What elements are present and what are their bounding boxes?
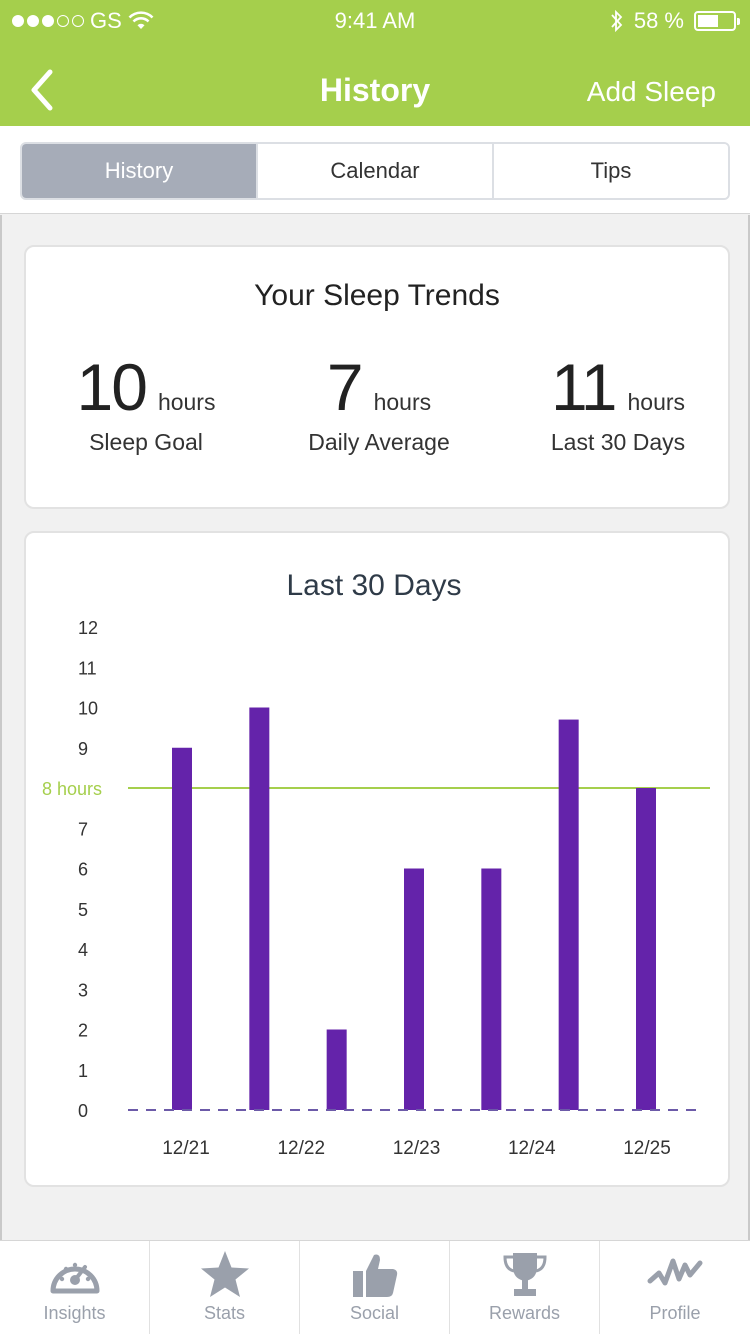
x-tick-label: 12/23 [393, 1138, 441, 1159]
stat-last-30-days: 11 hours Last 30 Days [498, 351, 738, 456]
battery-percent: 58 % [633, 8, 684, 33]
y-tick-label: 6 [78, 860, 88, 880]
segment-history[interactable]: History [22, 144, 258, 198]
goal-reference-label: 8 hours [42, 779, 102, 799]
tab-insights[interactable]: Insights [0, 1241, 150, 1334]
y-tick-label: 11 [78, 658, 97, 678]
segment-bar: History Calendar Tips [0, 126, 750, 214]
tab-label: Rewards [488, 1303, 561, 1323]
tab-profile[interactable]: Profile [600, 1241, 750, 1334]
battery-icon [694, 11, 740, 31]
stat-label: Sleep Goal [89, 429, 203, 455]
tab-social[interactable]: Social [300, 1241, 450, 1334]
add-sleep-button[interactable]: Add Sleep [587, 76, 716, 108]
tab-label: Profile [649, 1303, 701, 1323]
scroll-content[interactable]: Your Sleep Trends 10 hours Sleep Goal 7 … [0, 215, 750, 1240]
tab-label: Social [349, 1303, 400, 1323]
y-tick-label: 0 [78, 1101, 88, 1121]
stat-label: Last 30 Days [550, 429, 686, 455]
thumbs-up-icon [352, 1254, 397, 1297]
chevron-left-icon [31, 69, 53, 111]
chart-bar [558, 719, 579, 1110]
segment-tips[interactable]: Tips [494, 144, 728, 198]
sleep-chart-card: Last 30 Days 0 1 2 3 4 5 6 7 9 10 11 12 8 hours 12/21… [24, 531, 730, 1187]
stat-value: 11 [550, 350, 618, 424]
y-tick-label: 2 [78, 1021, 88, 1041]
nav-bar: History Add Sleep [0, 56, 750, 126]
chart-bar [249, 707, 270, 1110]
chart-bar [636, 788, 656, 1110]
sleep-trends-card: Your Sleep Trends 10 hours Sleep Goal 7 … [24, 245, 730, 509]
y-tick-label: 1 [78, 1061, 88, 1081]
stat-value: 10 [76, 350, 148, 424]
y-tick-label: 7 [78, 819, 88, 839]
y-tick-label: 10 [78, 699, 98, 719]
stat-daily-average: 7 hours Daily Average [259, 351, 499, 456]
y-tick-label: 4 [78, 940, 88, 960]
segment-calendar[interactable]: Calendar [258, 144, 494, 198]
segmented-control: History Calendar Tips [20, 142, 730, 200]
status-bar: GS 9:41 AM 58 % [0, 0, 750, 40]
gauge-icon [50, 1262, 99, 1294]
y-tick-label: 12 [78, 618, 98, 638]
stat-unit: hours [627, 389, 686, 415]
trophy-icon [502, 1253, 547, 1296]
activity-wave-icon [647, 1258, 703, 1286]
x-tick-label: 12/21 [162, 1138, 210, 1159]
tab-stats[interactable]: Stats [150, 1241, 300, 1334]
tab-bar: Insights Stats Social Rewards Profile [0, 1240, 750, 1334]
chart-bar [481, 868, 502, 1110]
back-button[interactable] [26, 68, 66, 112]
y-tick-label: 9 [78, 739, 88, 759]
stat-sleep-goal: 10 hours Sleep Goal [26, 351, 266, 456]
sleep-bar-chart: Last 30 Days 0123456791011128 hours12/21… [42, 569, 710, 1159]
y-tick-label: 5 [78, 900, 88, 920]
chart-bar [326, 1029, 347, 1110]
bluetooth-icon [611, 9, 623, 33]
stat-label: Daily Average [308, 429, 450, 455]
chart-title: Last 30 Days [286, 569, 461, 602]
chart-bar [404, 868, 424, 1110]
tab-label: Stats [203, 1303, 246, 1323]
stat-unit: hours [373, 389, 432, 415]
stat-unit: hours [157, 389, 216, 415]
x-tick-label: 12/24 [508, 1138, 556, 1159]
x-tick-label: 12/22 [277, 1138, 325, 1159]
star-icon [200, 1251, 249, 1297]
chart-bar [172, 747, 192, 1110]
trends-title: Your Sleep Trends [254, 279, 500, 312]
y-tick-label: 3 [78, 980, 88, 1000]
x-tick-label: 12/25 [623, 1138, 671, 1159]
app-header: GS 9:41 AM 58 % History Add Sleep [0, 0, 750, 126]
tab-label: Insights [43, 1303, 106, 1323]
stat-value: 7 [326, 350, 364, 424]
tab-rewards[interactable]: Rewards [450, 1241, 600, 1334]
